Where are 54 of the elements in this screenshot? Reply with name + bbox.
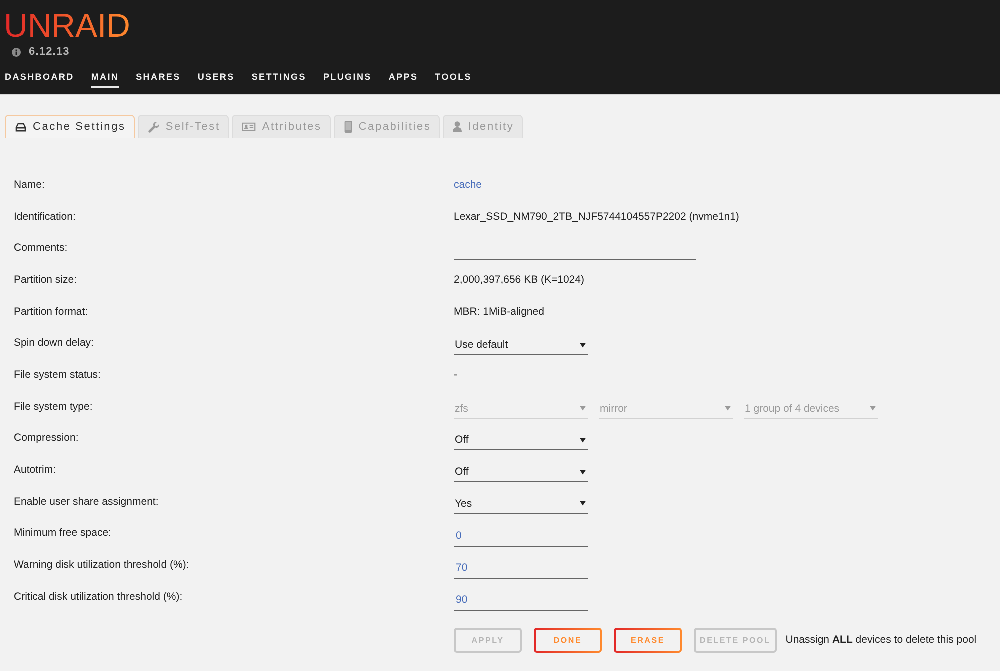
field-value: 2,000,397,656 KB (K=1024) [454, 274, 584, 286]
field-label: Spin down delay: [14, 337, 95, 350]
caret-icon [580, 406, 586, 412]
field-label: Identification: [14, 210, 77, 223]
caret-icon [580, 470, 586, 475]
drive-icon [15, 122, 27, 132]
nav-link[interactable]: SHARES [136, 72, 181, 88]
field-value: - [454, 368, 458, 381]
field-label: File system status: [14, 368, 102, 381]
version-text: 6.12.13 [29, 46, 70, 58]
field-value: MBR: 1MiB-aligned [454, 306, 544, 318]
nav-link[interactable]: SETTINGS [252, 72, 306, 88]
field-label: Comments: [14, 242, 69, 254]
dropdown[interactable]: Off [454, 430, 588, 450]
caret-icon [580, 501, 586, 506]
tab[interactable]: Capabilities [334, 115, 440, 138]
tab[interactable]: Cache Settings [5, 115, 135, 138]
caret-icon [580, 342, 586, 348]
number-field[interactable]: 0 [454, 525, 588, 548]
field-label: Warning disk utilization threshold (%): [14, 559, 190, 572]
field-label: Critical disk utilization threshold (%): [14, 590, 184, 603]
caret-icon [870, 406, 876, 412]
field-label: Autotrim: [14, 464, 58, 476]
nav-link[interactable]: USERS [198, 72, 235, 88]
nav-link[interactable]: TOOLS [435, 72, 472, 88]
phone-icon [344, 121, 353, 133]
caret-icon [725, 406, 731, 412]
nav-link[interactable]: PLUGINS [323, 72, 372, 88]
info-icon[interactable] [12, 48, 21, 56]
tab[interactable]: Self-Test [138, 115, 230, 138]
user-icon [453, 121, 462, 133]
number-field[interactable]: 90 [454, 588, 588, 611]
field-value: Lexar_SSD_NM790_2TB_NJF5744104557P2202 (nvme1n1) [454, 210, 740, 223]
tab[interactable]: Attributes [232, 115, 331, 138]
delete-hint-text: Unassign ALL devices to delete this pool [786, 634, 977, 646]
field-label: Partition format: [14, 306, 90, 318]
nav-link[interactable]: DASHBOARD [5, 72, 74, 88]
tab[interactable]: Identity [443, 115, 524, 138]
number-field[interactable]: 70 [454, 557, 588, 580]
caret-icon [580, 438, 586, 443]
field-label: Partition size: [14, 274, 78, 286]
dropdown[interactable]: Yes [454, 494, 588, 514]
field-label: Enable user share assignment: [14, 496, 160, 508]
nav-link[interactable]: APPS [388, 72, 418, 88]
id-card-icon [242, 122, 256, 132]
name-link[interactable]: cache [454, 178, 482, 191]
field-label: Minimum free space: [14, 527, 112, 540]
field-label: Name: [14, 178, 46, 191]
wrench-icon [148, 122, 160, 132]
nav-link[interactable]: MAIN [91, 72, 120, 88]
dropdown[interactable]: Use default [454, 335, 588, 356]
field-label: File system type: [14, 400, 94, 413]
dropdown[interactable]: Off [454, 462, 588, 482]
field-label: Compression: [14, 432, 80, 444]
